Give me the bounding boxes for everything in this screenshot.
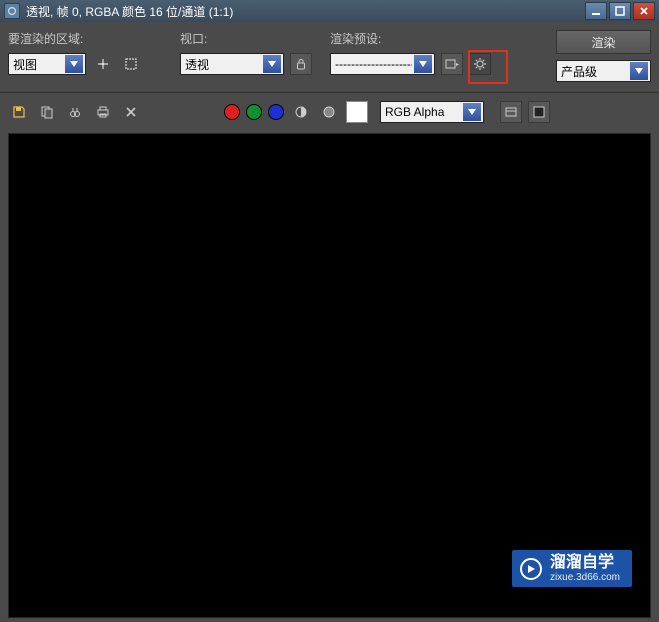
watermark-main: 溜溜自学: [550, 554, 620, 572]
window-title: 透视, 帧 0, RGBA 颜色 16 位/通道 (1:1): [26, 3, 585, 20]
copy-icon[interactable]: [36, 101, 58, 123]
preset-value: -------------------------: [335, 57, 412, 71]
separator: [0, 92, 659, 93]
app-icon: [4, 3, 20, 19]
chevron-down-icon: [263, 55, 281, 73]
minimize-button[interactable]: [585, 2, 607, 20]
close-button[interactable]: [633, 2, 655, 20]
quality-dropdown[interactable]: 产品级: [556, 60, 651, 82]
preset-dropdown[interactable]: -------------------------: [330, 53, 435, 75]
chevron-down-icon: [65, 55, 83, 73]
save-icon[interactable]: [8, 101, 30, 123]
frame-toolbar: RGB Alpha: [0, 97, 659, 127]
viewport-value: 透视: [185, 56, 261, 73]
chevron-down-icon: [414, 55, 432, 73]
viewport-label: 视口:: [180, 30, 330, 47]
render-viewport[interactable]: 溜溜自学 zixue.3d66.com: [8, 133, 651, 618]
red-swatch[interactable]: [224, 104, 240, 120]
render-button[interactable]: 渲染: [556, 30, 651, 54]
channel-value: RGB Alpha: [385, 105, 461, 119]
preset-label: 渲染预设:: [330, 30, 540, 47]
channel-dropdown[interactable]: RGB Alpha: [380, 101, 484, 123]
blue-swatch[interactable]: [268, 104, 284, 120]
watermark-sub: zixue.3d66.com: [550, 572, 620, 583]
render-setup-icon[interactable]: [469, 53, 491, 75]
render-options: 要渲染的区域: 视图 视口: 透视: [0, 22, 659, 88]
play-icon: [520, 558, 542, 580]
maximize-button[interactable]: [609, 2, 631, 20]
alpha-icon[interactable]: [290, 101, 312, 123]
viewport-dropdown[interactable]: 透视: [180, 53, 284, 75]
frame-window-icon[interactable]: [500, 101, 522, 123]
pan-icon[interactable]: [92, 53, 114, 75]
load-preset-icon[interactable]: [441, 53, 463, 75]
green-swatch[interactable]: [246, 104, 262, 120]
delete-icon[interactable]: [120, 101, 142, 123]
mono-icon[interactable]: [318, 101, 340, 123]
titlebar: 透视, 帧 0, RGBA 颜色 16 位/通道 (1:1): [0, 0, 659, 22]
area-dropdown[interactable]: 视图: [8, 53, 86, 75]
overlay-icon[interactable]: [528, 101, 550, 123]
quality-value: 产品级: [561, 63, 628, 80]
window-controls: [585, 2, 655, 20]
print-icon[interactable]: [92, 101, 114, 123]
lock-icon[interactable]: [290, 53, 312, 75]
region-icon[interactable]: [120, 53, 142, 75]
area-label: 要渲染的区域:: [8, 30, 180, 47]
chevron-down-icon: [630, 62, 648, 80]
watermark: 溜溜自学 zixue.3d66.com: [512, 550, 632, 587]
render-button-label: 渲染: [591, 34, 615, 51]
chevron-down-icon: [463, 103, 481, 121]
clone-icon[interactable]: [64, 101, 86, 123]
area-value: 视图: [13, 56, 63, 73]
color-swatch[interactable]: [346, 101, 368, 123]
